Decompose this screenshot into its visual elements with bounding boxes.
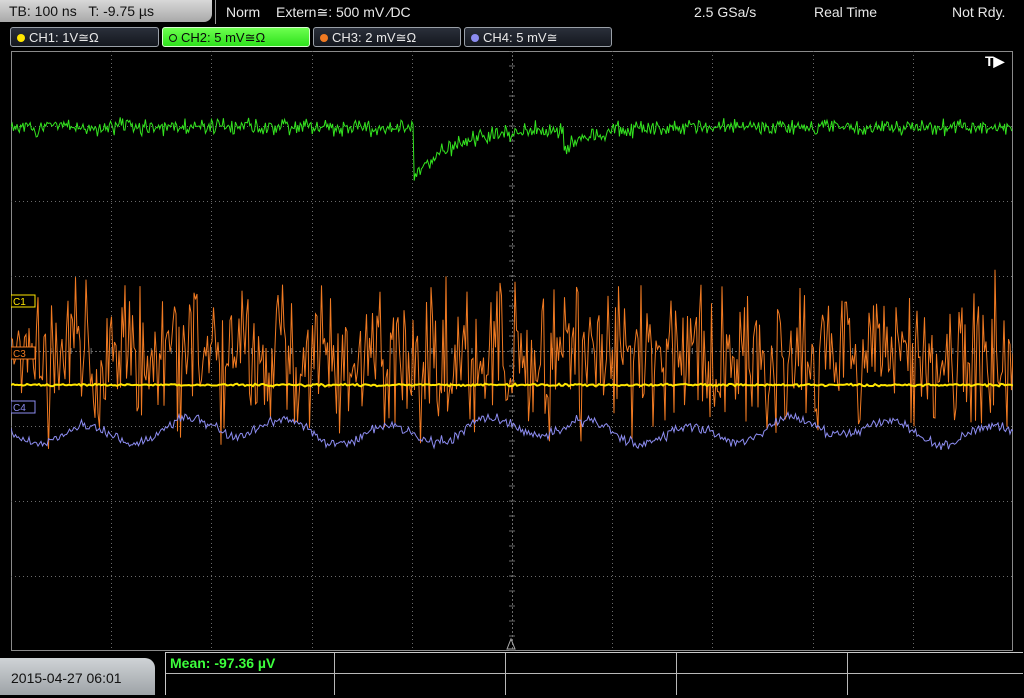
acquisition-label: Real Time (814, 4, 878, 20)
bottom-bar: 2015-04-27 06:01 Mean: -97.36 µV (0, 651, 1024, 695)
channel-tab-ch2[interactable]: CH2: 5 mV≅Ω (162, 27, 310, 47)
c3-marker-label: C3 (13, 349, 26, 360)
measurement-cell-2[interactable] (335, 653, 506, 674)
date-time-panel: 2015-04-27 06:01 (0, 658, 155, 695)
timebase-panel[interactable]: TB: 100 ns T: -9.75 µs (0, 0, 212, 22)
c1-ground-marker[interactable]: C1 (11, 294, 36, 308)
measurement-cell-6[interactable] (166, 674, 335, 695)
date-time-label: 2015-04-27 06:01 (11, 670, 122, 686)
measurement-cell-5[interactable] (848, 653, 1023, 674)
ch4-dot-icon (471, 34, 479, 42)
ch4-label: CH4: 5 mV≅ (483, 30, 558, 45)
trigger-position-marker: T▶ (985, 53, 1006, 69)
ch3-label: CH3: 2 mV≅Ω (332, 30, 417, 45)
measurement-cell-4[interactable] (677, 653, 848, 674)
ch1-label: CH1: 1V≅Ω (29, 30, 99, 45)
trigger-source[interactable]: Extern≅: 500 mV ⁄DC (276, 0, 676, 24)
measurement-cell-mean[interactable]: Mean: -97.36 µV (166, 653, 335, 674)
channel-tab-ch1[interactable]: CH1: 1V≅Ω (10, 27, 159, 47)
c4-ground-marker[interactable]: C4 (11, 400, 36, 414)
acquisition-mode[interactable]: Real Time (814, 0, 924, 24)
waveform-display[interactable]: C1 C3 C4 T▶ (11, 51, 1013, 651)
ch2-dot-icon (169, 34, 177, 42)
measurement-table[interactable]: Mean: -97.36 µV (165, 652, 1023, 695)
trigger-state-label: Not Rdy. (952, 4, 1006, 20)
ch1-dot-icon (17, 34, 25, 42)
ch3-dot-icon (320, 34, 328, 42)
measurement-cell-10[interactable] (848, 674, 1023, 695)
c3-ground-marker[interactable]: C3 (11, 346, 36, 360)
measurement-cell-8[interactable] (506, 674, 677, 695)
timebase-value: TB: 100 ns (9, 3, 77, 19)
sample-rate: 2.5 GSa/s (694, 0, 794, 24)
trigger-state: Not Rdy. (952, 0, 1024, 24)
measurement-cell-3[interactable] (506, 653, 677, 674)
trigger-time-value: T: -9.75 µs (88, 3, 154, 19)
mean-measurement: Mean: -97.36 µV (170, 655, 276, 671)
measurement-cell-7[interactable] (335, 674, 506, 695)
c4-marker-label: C4 (13, 403, 26, 414)
measurement-cell-9[interactable] (677, 674, 848, 695)
sample-rate-label: 2.5 GSa/s (694, 4, 757, 20)
trigger-source-label: Extern≅: 500 mV ⁄DC (276, 4, 411, 20)
c1-marker-label: C1 (13, 297, 26, 308)
ch2-label: CH2: 5 mV≅Ω (181, 30, 266, 45)
channel-tab-ch3[interactable]: CH3: 2 mV≅Ω (313, 27, 461, 47)
channel-tab-ch4[interactable]: CH4: 5 mV≅ (464, 27, 612, 47)
trigger-mode-label: Norm (226, 4, 261, 20)
status-bar: TB: 100 ns T: -9.75 µs Norm Extern≅: 500… (0, 0, 1024, 24)
channel-bar: CH1: 1V≅Ω CH2: 5 mV≅Ω CH3: 2 mV≅Ω CH4: 5… (0, 26, 1024, 50)
